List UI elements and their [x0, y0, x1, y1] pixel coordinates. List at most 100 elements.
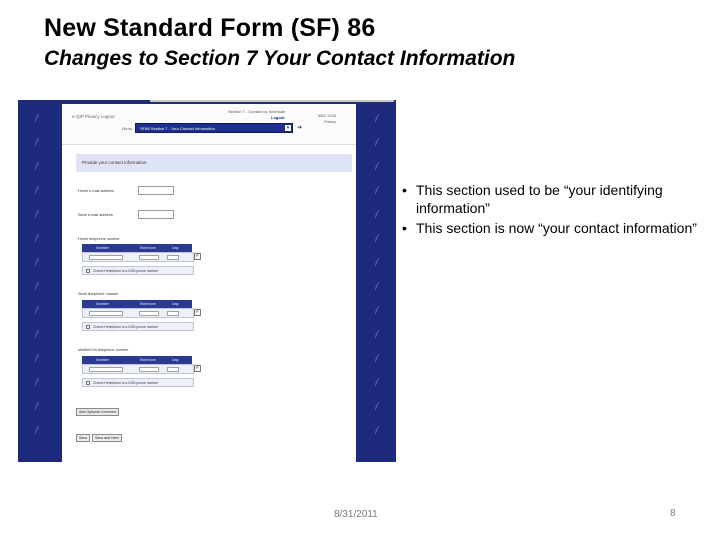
section-title: Provide your contact information	[82, 160, 147, 165]
swirl-decoration-icon	[374, 401, 382, 412]
swirl-decoration-icon	[34, 425, 42, 436]
save-button[interactable]: Save	[76, 434, 91, 442]
phone-extension-input[interactable]	[139, 367, 159, 372]
phone-input-row	[82, 252, 194, 262]
bullet-glyph: •	[402, 182, 407, 198]
phone-number-input[interactable]	[89, 255, 123, 260]
swirl-decoration-icon	[34, 305, 42, 316]
swirl-decoration-icon	[34, 161, 42, 172]
swirl-decoration-icon	[34, 113, 42, 124]
screenshot-top-rule	[150, 100, 394, 102]
dsn-option[interactable]: Check if telephone is a DSN phone number	[82, 266, 194, 275]
work-phone-label: Work telephone number	[78, 292, 119, 296]
swirl-decoration-icon	[374, 209, 382, 220]
swirl-decoration-icon	[374, 305, 382, 316]
swirl-decoration-icon	[374, 185, 382, 196]
column-number: Number	[96, 302, 109, 306]
home-email-label: Home e-mail address	[78, 189, 115, 193]
dsn-option[interactable]: Check if telephone is a DSN phone number	[82, 322, 194, 331]
header-meta: 6/8/2 10:05 Privacy	[318, 113, 336, 125]
phone-input-row	[82, 308, 194, 318]
phone-extension-input[interactable]	[139, 311, 159, 316]
phone-checkbox[interactable]	[194, 308, 201, 316]
section-select[interactable]: SF86 Section 7 - Your Contact Informatio…	[135, 123, 293, 133]
arrow-right-icon[interactable]: ➜	[297, 124, 302, 131]
work-email-label: Work e-mail address	[78, 213, 113, 217]
swirl-decoration-icon	[374, 113, 382, 124]
swirl-decoration-icon	[34, 257, 42, 268]
section-select-value: SF86 Section 7 - Your Contact Informatio…	[140, 126, 215, 131]
work-email-input[interactable]	[138, 210, 174, 219]
column-number: Number	[96, 246, 109, 250]
dsn-option-label: Check if telephone is a DSN phone number	[93, 325, 159, 329]
bullet-text: This section used to be “your identifyin…	[416, 182, 663, 216]
section-title-bar: Provide your contact information	[76, 154, 352, 172]
swirl-decoration-icon	[374, 281, 382, 292]
chevron-down-icon[interactable]: ▾	[285, 125, 291, 131]
phone-checkbox[interactable]	[194, 364, 201, 372]
bullet-list: • This section used to be “your identify…	[402, 181, 702, 239]
swirl-decoration-icon	[34, 233, 42, 244]
column-day: Day	[172, 358, 179, 362]
phone-day-select[interactable]	[167, 367, 179, 372]
slide-subtitle: Changes to Section 7 Your Contact Inform…	[44, 47, 516, 70]
home-phone-label: Home telephone number	[78, 237, 120, 241]
phone-table-header: Number Extension Day	[82, 356, 192, 364]
swirl-decoration-icon	[34, 329, 42, 340]
goto-label: Go to	[122, 126, 132, 131]
left-decorative-band	[18, 104, 62, 462]
mobile-phone-label: Mobile/Cell telephone number	[78, 348, 129, 352]
phone-extension-input[interactable]	[139, 255, 159, 260]
save-and-next-button[interactable]: Save and Next	[92, 434, 122, 442]
swirl-decoration-icon	[34, 281, 42, 292]
dsn-checkbox[interactable]	[86, 325, 90, 329]
swirl-decoration-icon	[374, 377, 382, 388]
form-header: e-QIP Privacy Logout Section 7 - Contact…	[62, 104, 356, 145]
dsn-option-label: Check if telephone is a DSN phone number	[93, 269, 159, 273]
swirl-decoration-icon	[34, 377, 42, 388]
phone-number-input[interactable]	[89, 311, 123, 316]
add-comment-button[interactable]: Add Optional Comment	[76, 408, 120, 416]
phone-day-select[interactable]	[167, 255, 179, 260]
phone-table-header: Number Extension Day	[82, 300, 192, 308]
header-links[interactable]: Section 7 - Contact us Schedule	[228, 109, 285, 114]
bullet-item: • This section used to be “your identify…	[402, 181, 702, 217]
swirl-decoration-icon	[374, 257, 382, 268]
phone-table-header: Number Extension Day	[82, 244, 192, 252]
swirl-decoration-icon	[374, 353, 382, 364]
swirl-decoration-icon	[34, 185, 42, 196]
bullet-text: This section is now “your contact inform…	[416, 220, 697, 236]
bullet-glyph: •	[402, 220, 407, 236]
column-extension: Extension	[140, 358, 156, 362]
phone-number-input[interactable]	[89, 367, 123, 372]
right-decorative-band	[356, 104, 396, 462]
dsn-option-label: Check if telephone is a DSN phone number	[93, 381, 159, 385]
swirl-decoration-icon	[34, 401, 42, 412]
column-number: Number	[96, 358, 109, 362]
dsn-checkbox[interactable]	[86, 381, 90, 385]
logout-link[interactable]: Logout	[271, 115, 285, 120]
dsn-option[interactable]: Check if telephone is a DSN phone number	[82, 378, 194, 387]
swirl-decoration-icon	[374, 233, 382, 244]
embedded-form-screenshot: e-QIP Privacy Logout Section 7 - Contact…	[18, 100, 396, 462]
slide-date: 8/31/2011	[334, 509, 378, 520]
swirl-decoration-icon	[34, 353, 42, 364]
swirl-decoration-icon	[374, 137, 382, 148]
column-extension: Extension	[140, 302, 156, 306]
column-extension: Extension	[140, 246, 156, 250]
swirl-decoration-icon	[374, 329, 382, 340]
swirl-decoration-icon	[374, 161, 382, 172]
header-brand-links[interactable]: e-QIP Privacy Logout	[72, 114, 115, 119]
dsn-checkbox[interactable]	[86, 269, 90, 273]
slide-number: 8	[670, 508, 676, 519]
column-day: Day	[172, 246, 179, 250]
header-meta-line: Privacy	[324, 120, 336, 124]
swirl-decoration-icon	[34, 137, 42, 148]
phone-checkbox[interactable]	[194, 252, 201, 260]
swirl-decoration-icon	[34, 209, 42, 220]
phone-input-row	[82, 364, 194, 374]
swirl-decoration-icon	[374, 425, 382, 436]
slide-title: New Standard Form (SF) 86	[44, 14, 376, 42]
home-email-input[interactable]	[138, 186, 174, 195]
phone-day-select[interactable]	[167, 311, 179, 316]
